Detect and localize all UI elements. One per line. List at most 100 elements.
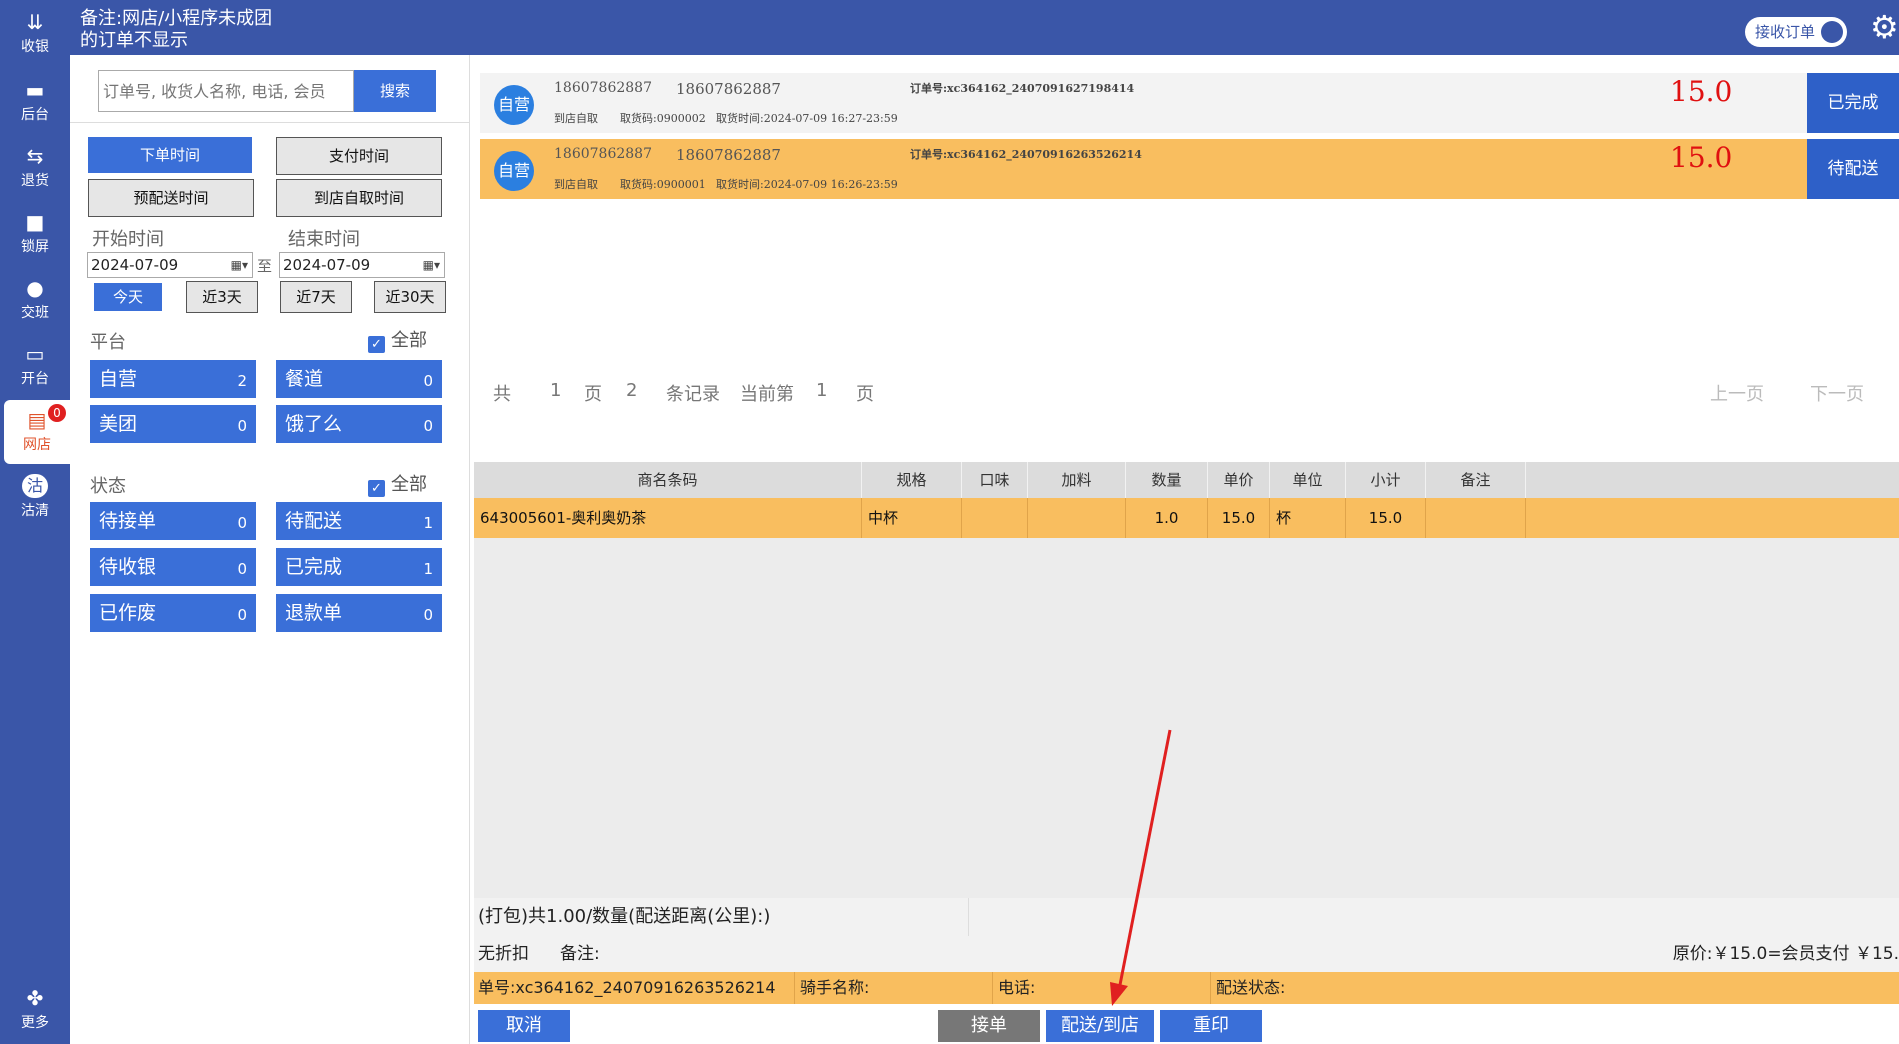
status-tile-voided[interactable]: 已作废 0 [90, 594, 256, 632]
last7-days-button[interactable]: 近7天 [280, 281, 352, 313]
status-tile-pending-accept[interactable]: 待接单 0 [90, 502, 256, 540]
end-date-picker[interactable]: 2024-07-09 ▦▾ [279, 252, 445, 278]
order-status-button[interactable]: 待配送 [1807, 139, 1899, 199]
sidebar-item-return[interactable]: ⇆ 退货 [0, 136, 70, 200]
prev-page-button[interactable]: 上一页 [1710, 380, 1764, 406]
deliver-to-store-button[interactable]: 配送/到店 [1046, 1010, 1154, 1042]
search-input-field[interactable] [99, 71, 355, 111]
order-phone: 18607862887 [676, 80, 781, 98]
tile-label: 已完成 [285, 556, 343, 578]
platform-tile-self[interactable]: 自营 2 [90, 360, 256, 398]
pickup-time: 取货时间:2024-07-09 16:26-23:59 [716, 178, 898, 191]
notification-badge: 0 [48, 404, 66, 422]
checkbox-check-icon: ✓ [368, 336, 385, 353]
delivery-order-no: 单号:xc364162_24070916263526214 [478, 978, 776, 997]
platform-all-checkbox[interactable]: ✓ 全部 [368, 326, 427, 353]
sidebar-item-label: 网店 [23, 437, 51, 453]
sidebar-item-label: 收银 [21, 39, 49, 55]
receive-orders-toggle[interactable]: 接收订单 [1745, 17, 1847, 47]
discount-text: 无折扣 [478, 944, 529, 964]
sidebar-item-cashier[interactable]: ⇊ 收银 [0, 2, 70, 66]
start-date-value: 2024-07-09 [91, 256, 179, 274]
sidebar-item-lock[interactable]: ■ 锁屏 [0, 202, 70, 266]
status-tile-pending-checkout[interactable]: 待收银 0 [90, 548, 256, 586]
platform-tile-candao[interactable]: 餐道 0 [276, 360, 442, 398]
start-time-label: 开始时间 [92, 229, 164, 250]
last3-days-button[interactable]: 近3天 [186, 281, 258, 313]
column-header: 备注 [1426, 462, 1526, 498]
pagination-records-word: 条记录 [666, 384, 720, 405]
pickup-code: 取货码:0900002 [620, 112, 706, 125]
gear-icon[interactable]: ⚙ [1870, 10, 1899, 44]
order-card[interactable]: 自营 18607862887 18607862887 订单号:xc364162_… [480, 139, 1899, 199]
sidebar-item-more[interactable]: ✤ 更多 [0, 978, 70, 1042]
packing-text: (打包)共1.00/数量(配送距离(公里):) [478, 906, 771, 927]
note-line: 的订单不显示 [80, 30, 188, 51]
pickup-time-button[interactable]: 到店自取时间 [276, 179, 442, 217]
divider [968, 898, 969, 936]
sidebar-item-soldout[interactable]: 沽 沽清 [0, 466, 70, 530]
tile-count: 0 [237, 560, 247, 578]
today-button[interactable]: 今天 [94, 283, 162, 311]
table-empty-area [474, 538, 1899, 898]
column-header: 口味 [962, 462, 1028, 498]
tile-label: 美团 [99, 413, 138, 435]
order-phone: 18607862887 [676, 146, 781, 164]
pre-delivery-time-button[interactable]: 预配送时间 [88, 179, 254, 217]
tile-label: 待接单 [99, 510, 157, 532]
sidebar: ⇊ 收银 ▬ 后台 ⇆ 退货 ■ 锁屏 ● 交班 ▭ 开台 ▤ 网店 0 沽 沽… [0, 0, 70, 1044]
checkbox-label: 全部 [391, 330, 427, 351]
order-time-button[interactable]: 下单时间 [88, 137, 252, 173]
platform-tile-meituan[interactable]: 美团 0 [90, 405, 256, 443]
table-icon: ▭ [25, 342, 45, 366]
table-cell: 15.0 [1346, 498, 1426, 538]
toggle-label: 接收订单 [1755, 23, 1816, 41]
sidebar-item-label: 退货 [21, 173, 49, 189]
status-all-checkbox[interactable]: ✓ 全部 [368, 470, 427, 497]
sidebar-item-open-table[interactable]: ▭ 开台 [0, 334, 70, 398]
status-tile-pending-delivery[interactable]: 待配送 1 [276, 502, 442, 540]
table-cell [1426, 498, 1526, 538]
status-title: 状态 [90, 476, 126, 497]
pickup-code: 取货码:0900001 [620, 178, 706, 191]
sidebar-item-backend[interactable]: ▬ 后台 [0, 70, 70, 134]
cancel-button[interactable]: 取消 [478, 1010, 570, 1042]
pay-time-button[interactable]: 支付时间 [276, 137, 442, 175]
divider [992, 972, 993, 1004]
start-date-picker[interactable]: 2024-07-09 ▦▾ [87, 252, 253, 278]
sidebar-item-label: 锁屏 [21, 239, 49, 255]
search-input[interactable] [98, 70, 355, 112]
packing-info: (打包)共1.00/数量(配送距离(公里):) [474, 898, 1899, 936]
platform-tile-eleme[interactable]: 饿了么 0 [276, 405, 442, 443]
remark-text: 备注: [560, 944, 600, 964]
status-tile-completed[interactable]: 已完成 1 [276, 548, 442, 586]
table-cell [1028, 498, 1126, 538]
sidebar-item-handover[interactable]: ● 交班 [0, 268, 70, 332]
to-label: 至 [257, 257, 273, 275]
column-header: 规格 [862, 462, 962, 498]
soldout-icon: 沽 [22, 474, 48, 498]
header-note: 备注:网店/小程序未成团 的订单不显示 [80, 8, 300, 52]
calendar-dropdown-icon: ▦▾ [230, 258, 248, 272]
reprint-button[interactable]: 重印 [1160, 1010, 1262, 1042]
status-tile-refund[interactable]: 退款单 0 [276, 594, 442, 632]
accept-button[interactable]: 接单 [938, 1010, 1040, 1042]
tile-label: 退款单 [285, 602, 343, 624]
arrow-head [1110, 982, 1128, 1006]
tile-label: 待收银 [99, 556, 157, 578]
sidebar-item-label: 后台 [21, 107, 49, 123]
sidebar-item-online-store[interactable]: ▤ 网店 0 [4, 400, 70, 464]
order-phone: 18607862887 [554, 146, 652, 162]
order-status-button[interactable]: 已完成 [1807, 73, 1899, 133]
order-card[interactable]: 自营 18607862887 18607862887 订单号:xc364162_… [480, 73, 1899, 133]
next-page-button[interactable]: 下一页 [1810, 380, 1864, 406]
search-button[interactable]: 搜索 [354, 70, 436, 112]
tile-count: 0 [237, 417, 247, 435]
last30-days-button[interactable]: 近30天 [374, 281, 446, 313]
table-row[interactable]: 643005601-奥利奥奶茶 中杯 1.0 15.0 杯 15.0 [474, 498, 1899, 538]
delivery-status: 配送状态: [1216, 978, 1286, 997]
order-mode: 到店自取 [554, 112, 598, 125]
monitor-icon: ▬ [25, 78, 45, 102]
checkbox-label: 全部 [391, 474, 427, 495]
table-cell: 15.0 [1208, 498, 1270, 538]
